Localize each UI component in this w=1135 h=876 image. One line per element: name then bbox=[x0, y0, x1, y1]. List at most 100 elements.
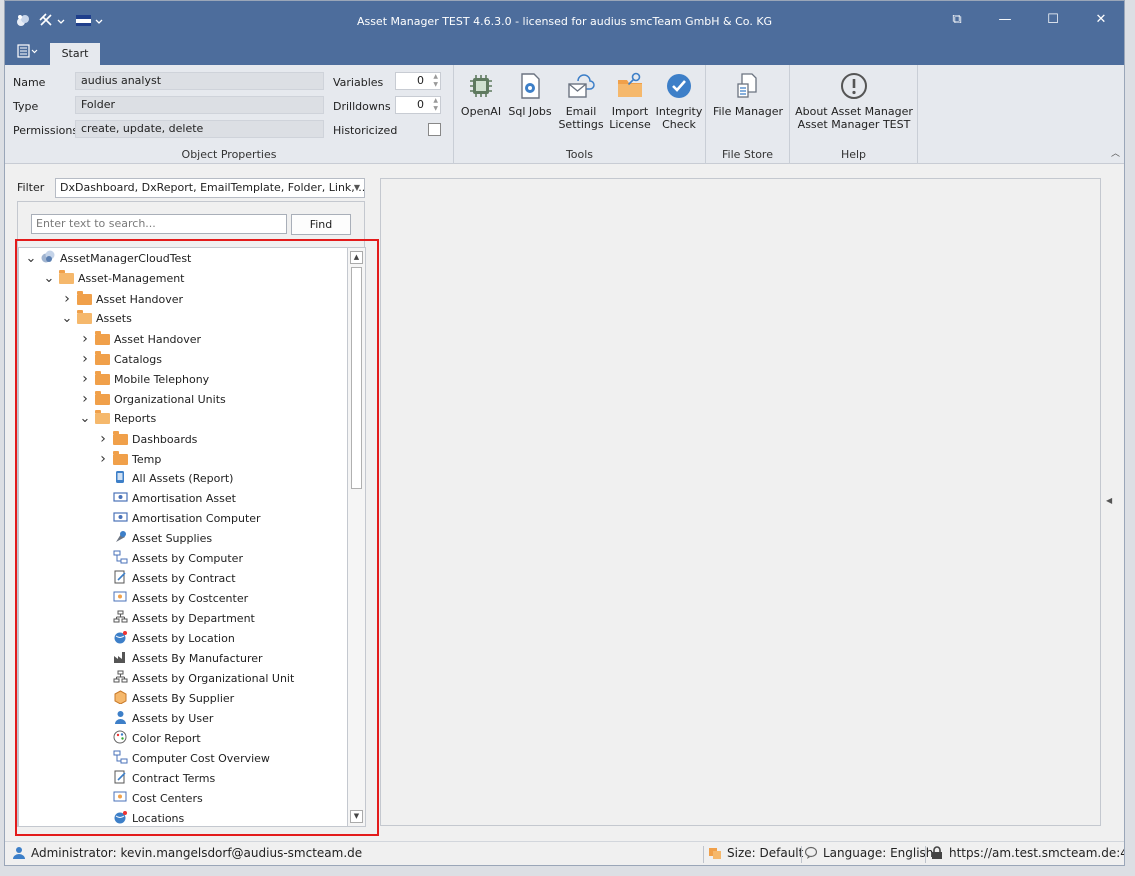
folder-open-icon bbox=[95, 410, 110, 424]
folder-icon bbox=[113, 451, 128, 465]
tree-node[interactable]: Assets by Contract bbox=[97, 569, 236, 589]
tree-node[interactable]: › Asset Handover bbox=[79, 329, 201, 349]
status-separator bbox=[703, 846, 704, 863]
chevron-down-icon[interactable]: ⌄ bbox=[79, 412, 91, 425]
tools-group-label: Tools bbox=[565, 148, 594, 161]
chevron-right-icon[interactable]: › bbox=[79, 389, 91, 409]
chevron-down-icon[interactable]: ⌄ bbox=[61, 312, 73, 325]
tree-node-label: Reports bbox=[114, 412, 157, 425]
tree-scrollbar[interactable]: ▲ ▼ bbox=[348, 247, 366, 827]
permissions-field[interactable]: create, update, delete bbox=[75, 120, 324, 138]
tree-node[interactable]: Assets by Computer bbox=[97, 549, 243, 569]
tree-node[interactable]: Assets by Organizational Unit bbox=[97, 669, 294, 689]
chip-icon bbox=[470, 75, 492, 97]
status-size[interactable]: Size: Default bbox=[709, 846, 803, 860]
chevron-right-icon[interactable]: › bbox=[97, 449, 109, 469]
chevron-right-icon[interactable]: › bbox=[79, 349, 91, 369]
tree-node[interactable]: › Asset Handover bbox=[61, 289, 183, 309]
spinner-arrows-icon[interactable]: ▲ ▼ bbox=[433, 73, 438, 89]
chevron-right-icon[interactable]: › bbox=[61, 289, 73, 309]
historicized-checkbox[interactable] bbox=[428, 123, 441, 136]
chevron-right-icon[interactable]: › bbox=[79, 369, 91, 389]
openai-button[interactable]: OpenAI bbox=[458, 71, 504, 118]
restore-layout-button[interactable]: ⧉ bbox=[947, 10, 967, 30]
maximize-button[interactable]: ☐ bbox=[1043, 10, 1063, 30]
tree-node[interactable]: Color Report bbox=[97, 729, 201, 749]
import-license-button[interactable]: Import License bbox=[606, 71, 654, 131]
globe-pin-icon bbox=[113, 810, 128, 824]
computer-network-icon bbox=[113, 750, 128, 764]
file-store-group-label: File Store bbox=[722, 148, 773, 161]
folder-icon bbox=[77, 291, 92, 305]
name-field[interactable]: audius analyst bbox=[75, 72, 324, 90]
app-menu-button[interactable] bbox=[13, 44, 43, 62]
tab-start[interactable]: Start bbox=[50, 43, 100, 65]
tree-node[interactable]: ⌄ Assets bbox=[61, 309, 132, 329]
search-input[interactable]: Enter text to search... bbox=[31, 214, 287, 234]
folder-open-icon bbox=[77, 310, 92, 324]
variables-value: 0 bbox=[417, 74, 424, 87]
tree-node[interactable]: Contract Terms bbox=[97, 769, 215, 789]
email-cloud-icon bbox=[568, 74, 595, 98]
tree-node[interactable]: Assets By Manufacturer bbox=[97, 649, 263, 669]
tree-node[interactable]: Cost Centers bbox=[97, 789, 203, 809]
tree-node[interactable]: Computer Cost Overview bbox=[97, 749, 270, 769]
scroll-down-icon[interactable]: ▼ bbox=[350, 810, 363, 823]
tree-node[interactable]: Assets by Costcenter bbox=[97, 589, 248, 609]
tree-node[interactable]: › Temp bbox=[97, 449, 161, 469]
sql-jobs-button[interactable]: Sql Jobs bbox=[506, 71, 554, 118]
tree-node[interactable]: › Dashboards bbox=[97, 429, 197, 449]
status-language-text: Language: English bbox=[823, 846, 934, 860]
find-button[interactable]: Find bbox=[291, 214, 351, 235]
sql-document-gear-icon bbox=[521, 73, 540, 99]
variables-spinner[interactable]: 0 ▲ ▼ bbox=[395, 72, 441, 90]
tree-node[interactable]: Amortisation Asset bbox=[97, 489, 236, 509]
tree-node[interactable]: All Assets (Report) bbox=[97, 469, 233, 489]
file-manager-button[interactable]: File Manager bbox=[710, 71, 786, 118]
tree-node[interactable]: Locations bbox=[97, 809, 184, 826]
tree-node-label: Assets by Location bbox=[132, 632, 235, 645]
expand-panel-icon[interactable]: ◀ bbox=[1106, 496, 1112, 505]
chevron-right-icon[interactable]: › bbox=[97, 429, 109, 449]
tree-node-label: Asset Handover bbox=[114, 333, 202, 346]
tree-node[interactable]: › Catalogs bbox=[79, 349, 162, 369]
scrollbar-thumb[interactable] bbox=[351, 267, 362, 489]
chevron-right-icon[interactable]: › bbox=[79, 329, 91, 349]
type-field[interactable]: Folder bbox=[75, 96, 324, 114]
tree-node-label: All Assets (Report) bbox=[132, 472, 234, 485]
tree-node[interactable]: › Organizational Units bbox=[79, 389, 226, 409]
tree-node[interactable]: Amortisation Computer bbox=[97, 509, 261, 529]
factory-icon bbox=[113, 650, 128, 664]
tree-node[interactable]: ⌄ Asset-Management bbox=[43, 269, 185, 289]
status-language[interactable]: Language: English bbox=[805, 846, 933, 860]
tree-node[interactable]: › Mobile Telephony bbox=[79, 369, 209, 389]
integrity-check-button[interactable]: Integrity Check bbox=[654, 71, 704, 131]
box-icon bbox=[113, 690, 128, 705]
spinner-arrows-icon[interactable]: ▲ ▼ bbox=[433, 97, 438, 113]
about-button[interactable]: About Asset Manager Asset Manager TEST bbox=[792, 71, 916, 131]
tree-node[interactable]: ⌄ Reports bbox=[79, 409, 156, 429]
computer-network-icon bbox=[113, 550, 128, 564]
minimize-button[interactable]: — bbox=[995, 10, 1015, 30]
tree-node[interactable]: Assets by User bbox=[97, 709, 213, 729]
chevron-down-icon[interactable]: ⌄ bbox=[25, 252, 37, 265]
folder-icon bbox=[95, 351, 110, 365]
drilldowns-spinner[interactable]: 0 ▲ ▼ bbox=[395, 96, 441, 114]
filter-dropdown[interactable]: DxDashboard, DxReport, EmailTemplate, Fo… bbox=[55, 178, 365, 198]
tree-node[interactable]: Assets by Location bbox=[97, 629, 235, 649]
email-settings-button[interactable]: Email Settings bbox=[556, 71, 606, 131]
costcenter-icon bbox=[113, 790, 128, 804]
tree-node[interactable]: Assets by Department bbox=[97, 609, 255, 629]
object-tree[interactable]: ⌄ AssetManagerCloudTest ⌄ Asset-Management ›… bbox=[18, 247, 348, 827]
tree-node[interactable]: Assets By Supplier bbox=[97, 689, 234, 709]
user-icon bbox=[113, 710, 128, 724]
restore-icon: ⧉ bbox=[952, 12, 962, 27]
tree-node[interactable]: ⌄ AssetManagerCloudTest bbox=[25, 249, 191, 269]
tree-node[interactable]: Asset Supplies bbox=[97, 529, 212, 549]
phone-report-icon bbox=[113, 470, 128, 484]
collapse-ribbon-icon[interactable]: ︿ bbox=[1111, 146, 1120, 159]
scroll-up-icon[interactable]: ▲ bbox=[350, 251, 363, 264]
tree-node-label: Assets bbox=[96, 312, 132, 325]
chevron-down-icon[interactable]: ⌄ bbox=[43, 272, 55, 285]
close-button[interactable]: ✕ bbox=[1091, 10, 1111, 30]
